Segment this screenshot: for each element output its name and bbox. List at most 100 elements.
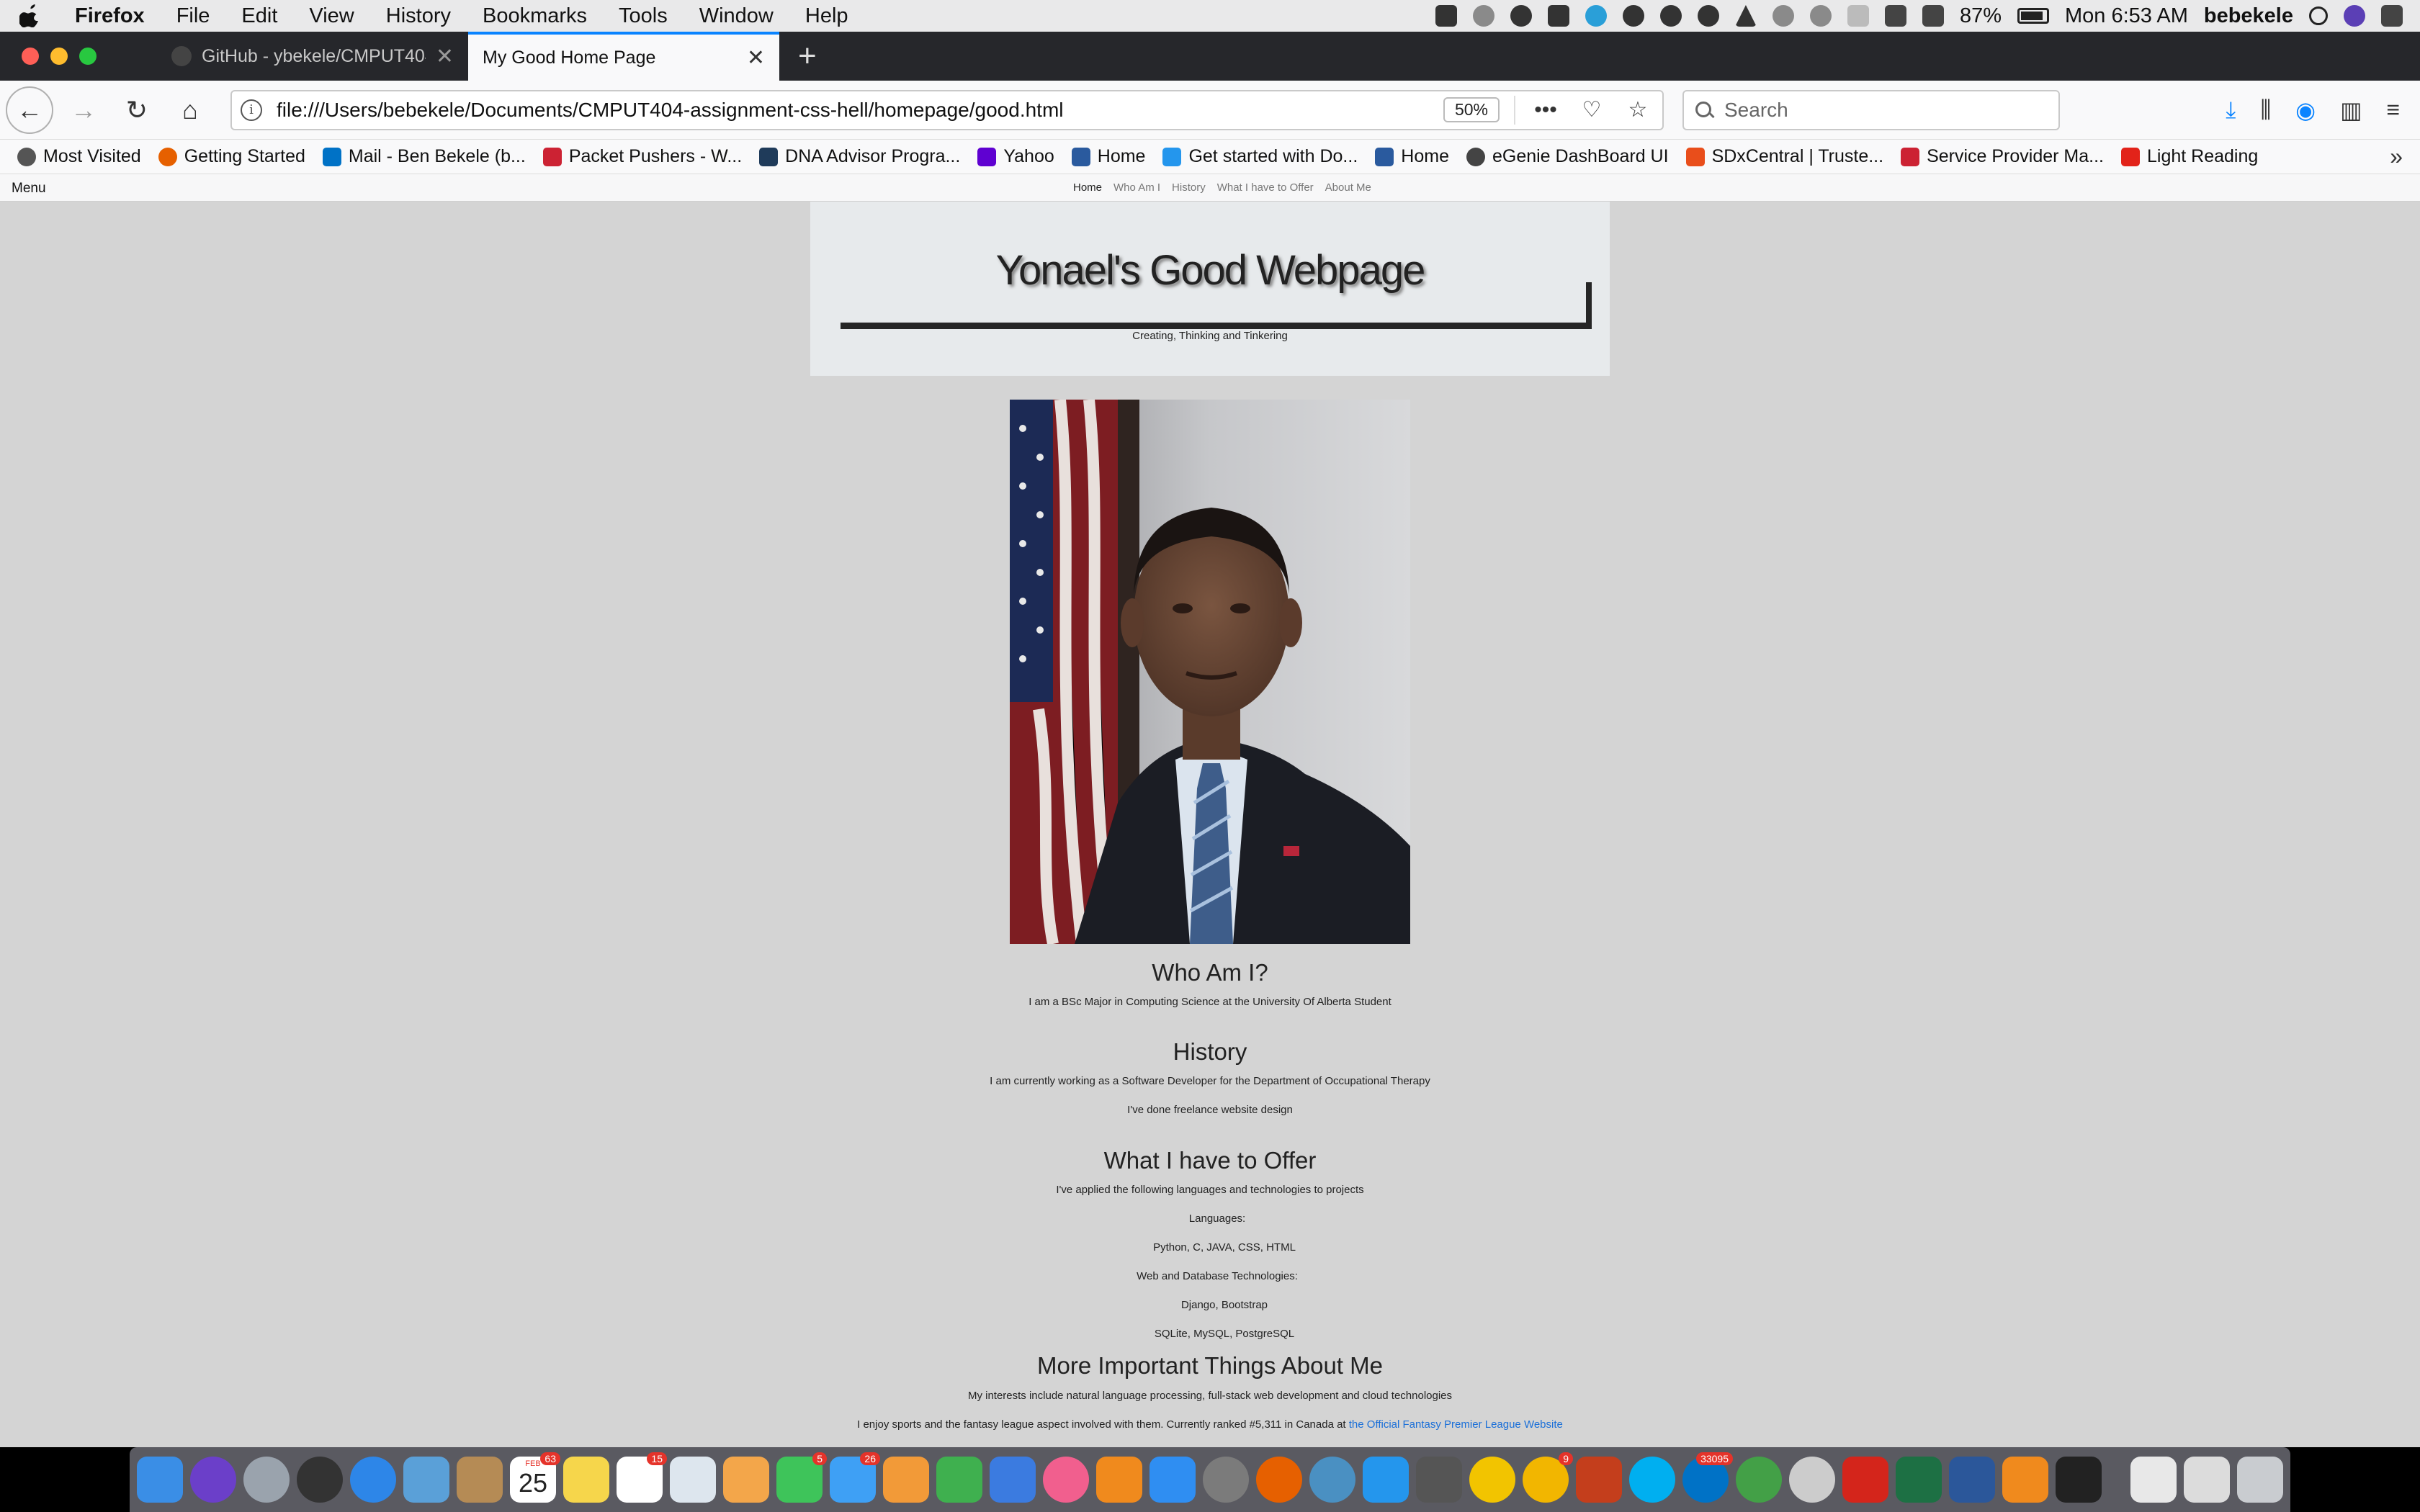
printer-icon[interactable] (1416, 1457, 1462, 1503)
ibooks-icon[interactable] (1096, 1457, 1142, 1503)
menu-edit[interactable]: Edit (241, 4, 277, 28)
notification-center-icon[interactable] (2381, 5, 2403, 27)
bookmark-item[interactable]: Home (1375, 146, 1449, 167)
tray-drive-icon[interactable] (1734, 5, 1757, 27)
safari-icon[interactable] (350, 1457, 396, 1503)
downloads-icon[interactable]: ⤓ (2226, 96, 2236, 124)
search-input[interactable]: Search (1682, 89, 2060, 130)
preview-icon[interactable] (670, 1457, 716, 1503)
contacts-icon[interactable] (457, 1457, 503, 1503)
sidebar-icon[interactable]: ▥ (2340, 96, 2362, 124)
tray-docker-icon[interactable] (1547, 5, 1569, 27)
facetime-icon[interactable]: 5 (776, 1452, 827, 1503)
finder-icon[interactable] (137, 1457, 183, 1503)
forward-button[interactable]: → (60, 87, 107, 133)
messages-icon[interactable]: 26 (830, 1452, 880, 1503)
battery-icon[interactable] (2017, 8, 2049, 24)
menu-label[interactable]: Menu (12, 181, 46, 197)
system-preferences-icon[interactable] (1203, 1457, 1249, 1503)
bookmark-item[interactable]: Most Visited (17, 146, 141, 167)
acrobat-icon[interactable] (1842, 1457, 1888, 1503)
tray-sync-icon[interactable] (1585, 5, 1607, 27)
nav-link-home[interactable]: Home (1073, 181, 1102, 194)
terminal-icon[interactable] (2056, 1457, 2102, 1503)
reload-button[interactable]: ↻ (114, 87, 160, 133)
reminders-icon[interactable]: 15 (617, 1452, 667, 1503)
home-button[interactable]: ⌂ (167, 87, 213, 133)
tray-time-machine-icon[interactable] (1809, 5, 1832, 27)
menu-view[interactable]: View (309, 4, 354, 28)
menu-tools[interactable]: Tools (619, 4, 668, 28)
excel-icon[interactable] (1896, 1457, 1942, 1503)
photos-icon[interactable] (723, 1457, 769, 1503)
bookmark-item[interactable]: Yahoo (977, 146, 1054, 167)
close-window-button[interactable] (22, 48, 39, 65)
bookmarks-overflow-icon[interactable]: » (2390, 143, 2403, 170)
tab-github[interactable]: GitHub - ybekele/CMPUT404-a ✕ (157, 32, 468, 81)
bookmark-item[interactable]: Light Reading (2121, 146, 2258, 167)
tray-wifi-icon[interactable] (1884, 5, 1906, 27)
tray-vpn-icon[interactable] (1659, 5, 1682, 27)
bookmark-item[interactable]: Get started with Do... (1162, 146, 1358, 167)
tray-bluetooth-icon[interactable] (1847, 5, 1869, 27)
bookmark-item[interactable]: Packet Pushers - W... (542, 146, 742, 167)
menu-bookmarks[interactable]: Bookmarks (483, 4, 587, 28)
tray-signal-icon[interactable] (1472, 5, 1494, 27)
numbers-icon[interactable] (936, 1457, 982, 1503)
apple-menu-icon[interactable] (17, 4, 42, 28)
close-tab-icon[interactable]: ✕ (436, 44, 454, 69)
outlook-icon[interactable]: 33095 (1682, 1452, 1733, 1503)
page-actions-icon[interactable]: ••• (1530, 98, 1561, 122)
app-store-icon[interactable] (1150, 1457, 1196, 1503)
bookmark-item[interactable]: SDxCentral | Truste... (1685, 146, 1883, 167)
menu-file[interactable]: File (176, 4, 210, 28)
chrome-icon[interactable] (1469, 1457, 1515, 1503)
zoom-level-button[interactable]: 50% (1443, 97, 1500, 122)
tray-airplay-icon[interactable] (1922, 5, 1944, 27)
notes-icon[interactable] (563, 1457, 609, 1503)
powerpoint-icon[interactable] (1576, 1457, 1622, 1503)
document-icon[interactable] (2130, 1457, 2177, 1503)
launchpad-icon[interactable] (243, 1457, 290, 1503)
url-bar[interactable]: i file:///Users/bebekele/Documents/CMPUT… (230, 89, 1664, 130)
back-button[interactable]: ← (6, 86, 53, 134)
nav-link-what-i-have-to-offer[interactable]: What I have to Offer (1217, 181, 1314, 194)
siri-icon[interactable] (190, 1457, 236, 1503)
menubar-clock[interactable]: Mon 6:53 AM (2065, 4, 2188, 28)
bookmark-star-icon[interactable]: ☆ (1622, 97, 1654, 122)
network-icon[interactable] (1309, 1457, 1355, 1503)
bookmark-item[interactable]: Mail - Ben Bekele (b... (322, 146, 526, 167)
close-tab-icon[interactable]: ✕ (747, 45, 765, 71)
bookmark-item[interactable]: DNA Advisor Progra... (759, 146, 960, 167)
pages-icon[interactable] (883, 1457, 929, 1503)
tray-app-icon[interactable] (1435, 5, 1457, 27)
menu-history[interactable]: History (386, 4, 451, 28)
downloads-stack-icon[interactable] (2184, 1457, 2230, 1503)
mail-preview-icon[interactable] (403, 1457, 449, 1503)
tab-my-good-home-page[interactable]: My Good Home Page ✕ (468, 32, 779, 81)
vpn-icon[interactable] (1736, 1457, 1782, 1503)
spotlight-icon[interactable] (2309, 6, 2328, 25)
menu-window[interactable]: Window (699, 4, 774, 28)
minimize-window-button[interactable] (50, 48, 68, 65)
zoom-window-button[interactable] (79, 48, 97, 65)
wifi-icon[interactable] (1789, 1457, 1835, 1503)
chrome-canary-icon[interactable]: 9 (1523, 1452, 1573, 1503)
siri-icon[interactable] (2344, 5, 2365, 27)
calendar-icon[interactable]: 63 FEB 25 (510, 1452, 560, 1503)
tray-chat-icon[interactable] (1622, 5, 1644, 27)
library-icon[interactable]: ⫼ (2260, 96, 2271, 124)
pocket-icon[interactable]: ♡ (1576, 97, 1608, 122)
bookmark-item[interactable]: Service Provider Ma... (1901, 146, 2104, 167)
fantasy-premier-league-link[interactable]: the Official Fantasy Premier League Webs… (1349, 1418, 1563, 1431)
firefox-icon[interactable] (1256, 1457, 1302, 1503)
word-icon[interactable] (1949, 1457, 1995, 1503)
bookmark-item[interactable]: eGenie DashBoard UI (1466, 146, 1669, 167)
tray-globe-icon[interactable] (1510, 5, 1532, 27)
menu-help[interactable]: Help (805, 4, 848, 28)
nav-link-history[interactable]: History (1172, 181, 1206, 194)
bookmark-item[interactable]: Home (1071, 146, 1145, 167)
menu-app-firefox[interactable]: Firefox (75, 4, 145, 28)
site-info-icon[interactable]: i (241, 99, 262, 121)
skype-icon[interactable] (1629, 1457, 1675, 1503)
